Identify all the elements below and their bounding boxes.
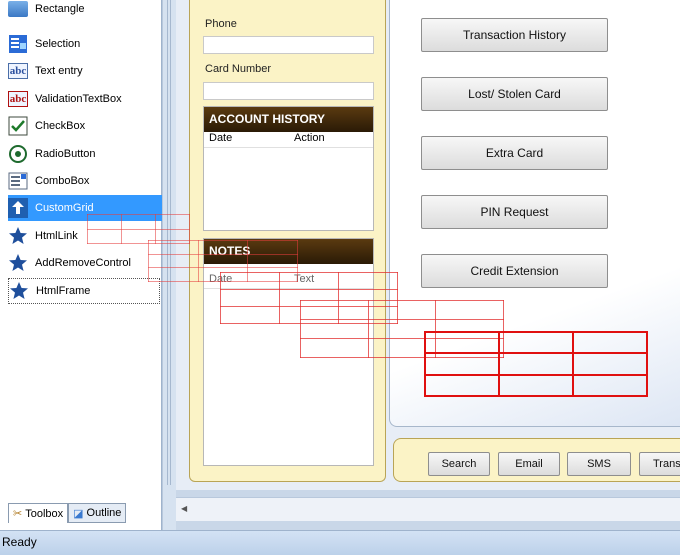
tool-checkbox[interactable]: CheckBox bbox=[8, 113, 160, 139]
combobox-icon bbox=[8, 171, 28, 191]
outline-icon: ◪ bbox=[73, 507, 84, 520]
tab-label: Toolbox bbox=[25, 507, 64, 520]
phone-label: Phone bbox=[205, 18, 237, 30]
tool-label: AddRemoveControl bbox=[35, 257, 131, 269]
tool-text-entry[interactable]: abc Text entry bbox=[7, 58, 160, 84]
search-button[interactable]: Search bbox=[428, 452, 490, 476]
credit-extension-button[interactable]: Credit Extension bbox=[421, 254, 608, 288]
column-header: Date bbox=[209, 132, 233, 144]
tool-validation-textbox[interactable]: abc ValidationTextBox bbox=[7, 86, 160, 112]
star-icon bbox=[8, 253, 28, 273]
status-text: Ready bbox=[2, 535, 37, 549]
tool-rectangle[interactable]: Rectangle bbox=[8, 0, 160, 22]
tool-label: HtmlLink bbox=[35, 230, 78, 242]
checkbox-icon bbox=[8, 116, 28, 136]
toolbox-panel: Rectangle Selection abc Text entry abc V… bbox=[0, 0, 162, 530]
tool-combobox[interactable]: ComboBox bbox=[8, 168, 160, 194]
tool-label: ValidationTextBox bbox=[35, 93, 122, 105]
tool-label: RadioButton bbox=[35, 148, 96, 160]
horizontal-scrollbar[interactable]: ◀ bbox=[176, 497, 680, 521]
sms-button[interactable]: SMS bbox=[567, 452, 631, 476]
tool-addremovecontrol[interactable]: AddRemoveControl bbox=[8, 250, 160, 276]
tool-selection[interactable]: Selection bbox=[8, 31, 160, 57]
tool-htmlframe[interactable]: HtmlFrame bbox=[8, 278, 160, 304]
column-header: Action bbox=[294, 132, 325, 144]
tool-label: Text entry bbox=[35, 65, 83, 77]
radiobutton-icon bbox=[8, 144, 28, 164]
extra-card-button[interactable]: Extra Card bbox=[421, 136, 608, 170]
tool-label: HtmlFrame bbox=[36, 285, 91, 297]
tool-label: CheckBox bbox=[35, 120, 86, 132]
tools-icon: ✂ bbox=[13, 508, 23, 520]
tool-label: Rectangle bbox=[35, 3, 85, 15]
tab-toolbox[interactable]: ✂ Toolbox bbox=[8, 503, 69, 523]
rectangle-icon bbox=[8, 0, 28, 19]
customgrid-icon bbox=[8, 198, 28, 218]
status-bar: Ready bbox=[0, 530, 680, 555]
selection-icon bbox=[8, 34, 28, 54]
transaction-history-button[interactable]: Transaction History bbox=[421, 18, 608, 52]
tool-label: CustomGrid bbox=[35, 202, 94, 214]
star-icon bbox=[8, 226, 28, 246]
star-icon bbox=[9, 281, 29, 301]
tab-outline[interactable]: ◪ Outline bbox=[68, 503, 127, 523]
lost-stolen-card-button[interactable]: Lost/ Stolen Card bbox=[421, 77, 608, 111]
card-number-input[interactable] bbox=[203, 82, 374, 100]
scroll-left-icon[interactable]: ◀ bbox=[181, 504, 187, 513]
custom-grid-drop-preview bbox=[424, 330, 648, 398]
phone-input[interactable] bbox=[203, 36, 374, 54]
text-entry-icon: abc bbox=[7, 63, 29, 79]
tool-label: ComboBox bbox=[35, 175, 90, 187]
trans-button[interactable]: Trans bbox=[639, 452, 680, 476]
email-button[interactable]: Email bbox=[498, 452, 560, 476]
tool-radiobutton[interactable]: RadioButton bbox=[8, 141, 160, 167]
account-history-columns: Date Action bbox=[204, 132, 373, 148]
validation-textbox-icon: abc bbox=[7, 91, 29, 107]
tab-label: Outline bbox=[86, 507, 122, 519]
card-number-label: Card Number bbox=[205, 63, 272, 75]
account-history-header: ACCOUNT HISTORY bbox=[204, 107, 373, 132]
tool-label: Selection bbox=[35, 38, 81, 50]
account-history-section: ACCOUNT HISTORY Date Action bbox=[203, 106, 374, 231]
toolbox-tabs: ✂ Toolbox ◪ Outline bbox=[8, 503, 127, 523]
pin-request-button[interactable]: PIN Request bbox=[421, 195, 608, 229]
